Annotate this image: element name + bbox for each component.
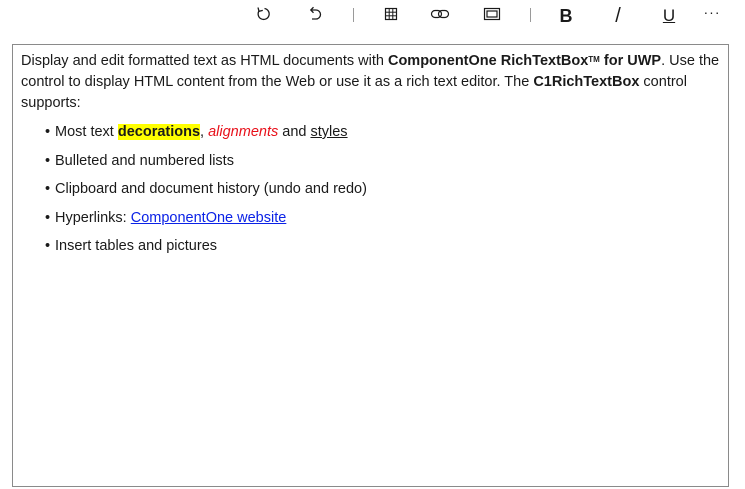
toolbar-separator [353, 8, 354, 22]
rich-text-editor[interactable]: Display and edit formatted text as HTML … [12, 44, 729, 487]
alignments-text: alignments [208, 124, 279, 140]
redo-button[interactable] [250, 2, 278, 30]
styles-text: styles [310, 124, 348, 140]
product-suffix: for UWP [599, 53, 662, 69]
componentone-website-link[interactable]: ComponentOne website [131, 210, 287, 226]
italic-button[interactable]: / [604, 2, 632, 30]
hyperlink-icon [430, 7, 450, 26]
list-item-text: Bulleted and numbered lists [55, 152, 234, 169]
formatting-toolbar: B / U ··· [0, 0, 745, 32]
features-list: Most text decorations, alignments and st… [21, 122, 720, 265]
list-item-text: Hyperlinks: [55, 209, 131, 226]
list-item-text: , [200, 124, 209, 140]
toolbar-separator [530, 8, 531, 22]
list-item: Hyperlinks: ComponentOne website [45, 208, 720, 237]
list-item: Most text decorations, alignments and st… [45, 122, 720, 151]
control-name: C1RichTextBox [533, 74, 640, 90]
more-icon: ··· [703, 4, 721, 20]
list-item-text: Most text [55, 124, 118, 140]
trademark-symbol: TM [588, 55, 600, 64]
insert-table-button[interactable] [377, 2, 405, 30]
more-options-button[interactable]: ··· [698, 2, 726, 30]
picture-icon [483, 7, 501, 26]
list-item: Insert tables and pictures [45, 236, 720, 265]
table-icon [384, 7, 398, 26]
list-item: Clipboard and document history (undo and… [45, 179, 720, 208]
rich-text-editor-window: B / U ··· Display and edit formatted tex… [0, 0, 745, 489]
undo-button[interactable] [301, 2, 329, 30]
product-name: ComponentOne RichTextBox [387, 53, 589, 69]
list-item-text: Insert tables and pictures [55, 238, 218, 254]
decorations-text: decorations [117, 124, 201, 140]
undo-icon [306, 5, 324, 28]
list-item-text: Clipboard and document history (undo and… [55, 181, 367, 197]
bold-label: B [559, 6, 573, 26]
bold-button[interactable]: B [552, 2, 580, 30]
italic-label: / [615, 5, 621, 27]
insert-hyperlink-button[interactable] [426, 2, 454, 30]
underline-label: U [662, 6, 676, 25]
insert-picture-button[interactable] [478, 2, 506, 30]
redo-icon [255, 5, 273, 28]
list-item: Bulleted and numbered lists [45, 151, 720, 180]
intro-paragraph: Display and edit formatted text as HTML … [21, 51, 720, 114]
underline-button[interactable]: U [655, 2, 683, 30]
list-item-text: and [278, 124, 311, 140]
intro-text-1: Display and edit formatted text as HTML … [21, 53, 388, 69]
